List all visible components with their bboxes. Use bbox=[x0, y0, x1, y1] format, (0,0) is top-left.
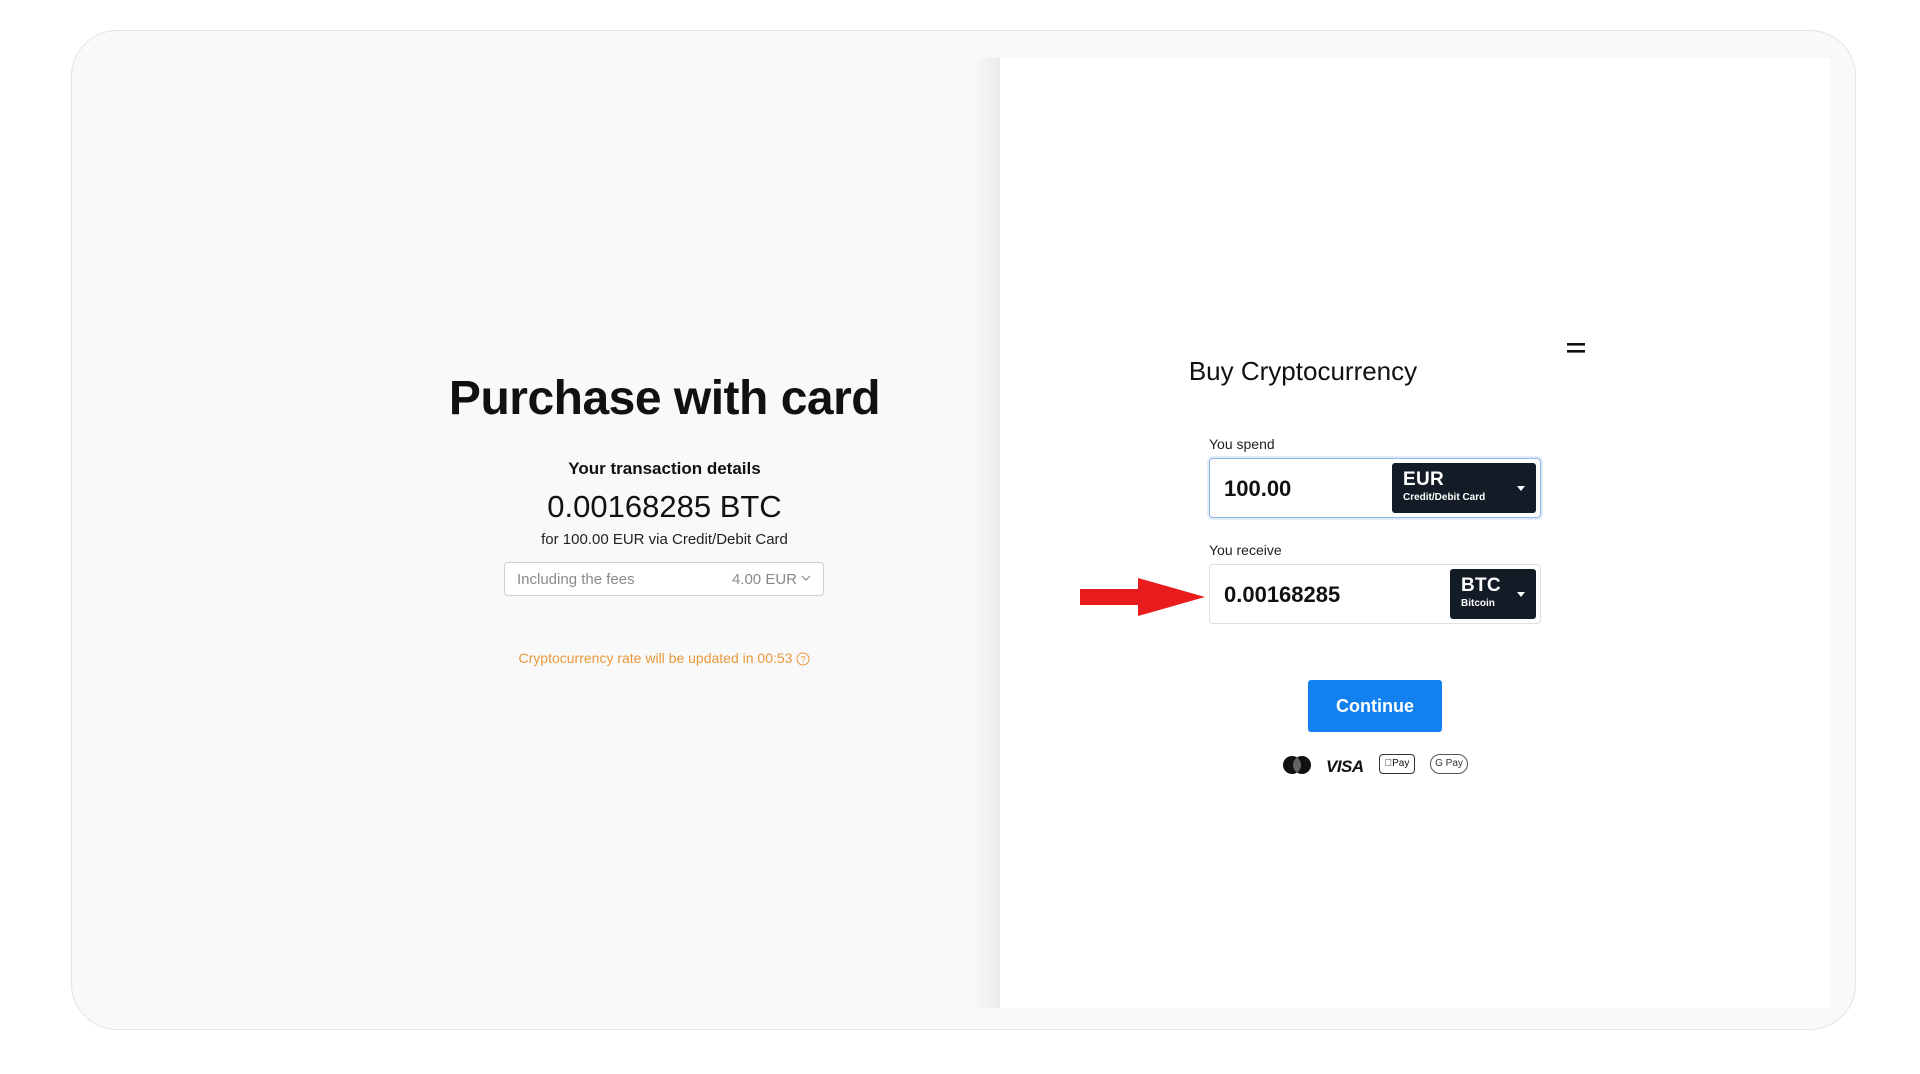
visa-logo: VISA bbox=[1326, 757, 1364, 776]
spend-currency-method: Credit/Debit Card bbox=[1403, 492, 1486, 503]
receive-currency-code: BTC bbox=[1461, 575, 1501, 596]
fees-dropdown[interactable]: Including the fees 4.00 EUR bbox=[504, 562, 824, 596]
continue-button[interactable]: Continue bbox=[1308, 680, 1442, 732]
fees-value: 4.00 EUR bbox=[731, 571, 797, 588]
mastercard-icon bbox=[1283, 756, 1311, 774]
app-frame: Purchase with card Your transaction deta… bbox=[71, 30, 1856, 1030]
panel-shadow bbox=[972, 58, 1000, 1008]
spend-amount-input[interactable]: 100.00 bbox=[1224, 476, 1291, 502]
receive-currency-name: Bitcoin bbox=[1461, 598, 1495, 609]
fees-label: Including the fees bbox=[517, 571, 635, 588]
svg-text:?: ? bbox=[801, 655, 806, 665]
rate-update-text: Cryptocurrency rate will be updated in 0… bbox=[518, 650, 793, 666]
menu-icon[interactable] bbox=[1567, 343, 1585, 353]
receive-currency-selector[interactable]: BTC Bitcoin bbox=[1450, 569, 1536, 619]
spend-currency-code: EUR bbox=[1403, 469, 1445, 490]
google-pay-logo: G Pay bbox=[1430, 754, 1468, 774]
widget-title: Buy Cryptocurrency bbox=[1188, 356, 1418, 386]
payment-methods: VISA Pay G Pay bbox=[1282, 754, 1472, 778]
help-icon[interactable]: ? bbox=[796, 652, 810, 666]
receive-label: You receive bbox=[1209, 542, 1282, 558]
chevron-down-icon bbox=[801, 575, 811, 581]
receive-amount-input[interactable]: 0.00168285 bbox=[1224, 582, 1340, 608]
transaction-summary-panel: Purchase with card Your transaction deta… bbox=[72, 31, 992, 1029]
spend-field[interactable]: 100.00 EUR Credit/Debit Card bbox=[1209, 458, 1541, 518]
caret-down-icon bbox=[1517, 592, 1525, 597]
buy-widget-panel: Buy Cryptocurrency You spend 100.00 EUR … bbox=[1000, 58, 1830, 1008]
spend-currency-selector[interactable]: EUR Credit/Debit Card bbox=[1392, 463, 1536, 513]
arrow-right-icon bbox=[1080, 578, 1205, 616]
caret-down-icon bbox=[1517, 486, 1525, 491]
apple-pay-logo: Pay bbox=[1379, 754, 1415, 774]
receive-field[interactable]: 0.00168285 BTC Bitcoin bbox=[1209, 564, 1541, 624]
apple-pay-text: Pay bbox=[1388, 758, 1409, 769]
spend-label: You spend bbox=[1209, 436, 1275, 452]
